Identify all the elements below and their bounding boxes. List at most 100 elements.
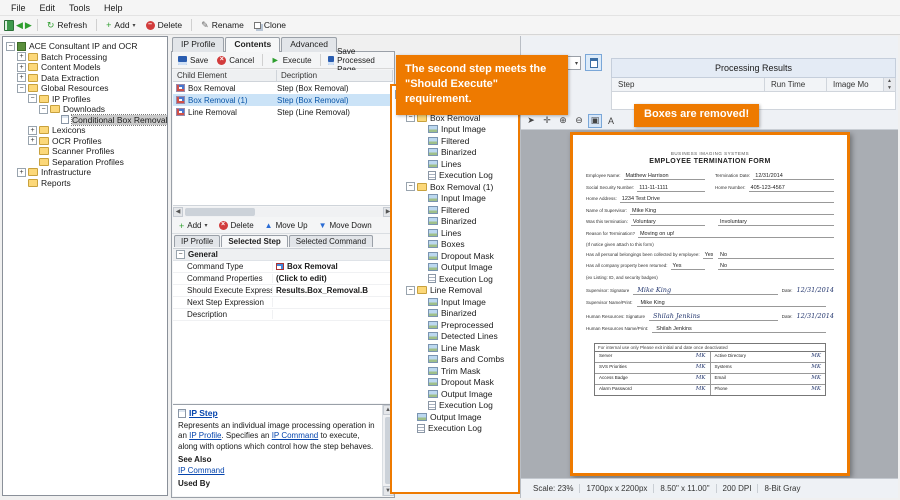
- tree-item[interactable]: − Line Removal: [392, 285, 518, 297]
- tree-expander-icon[interactable]: −: [406, 286, 415, 295]
- tree-expander-icon[interactable]: +: [17, 52, 26, 61]
- table-row[interactable]: Line Removal Step (Line Removal): [173, 106, 393, 118]
- help-title-link[interactable]: IP Step: [189, 408, 218, 419]
- cancel-button[interactable]: ×Cancel: [213, 55, 258, 66]
- tab[interactable]: Contents: [225, 37, 280, 52]
- tree-item[interactable]: Dropout Mask: [392, 250, 518, 262]
- tree-item[interactable]: Input Image: [392, 296, 518, 308]
- menu-item[interactable]: Tools: [62, 2, 97, 14]
- tree-expander-icon[interactable]: −: [6, 42, 15, 51]
- tree-item[interactable]: Output Image: [392, 262, 518, 274]
- tree-expander-icon[interactable]: −: [406, 182, 415, 191]
- column-header-run-time[interactable]: Run Time: [765, 78, 827, 91]
- tree-expander-icon[interactable]: −: [17, 84, 26, 93]
- pointer-tool-icon[interactable]: ➤: [524, 114, 538, 128]
- tree-expander-icon[interactable]: −: [28, 94, 37, 103]
- tree-item[interactable]: Conditional Box Removal: [3, 115, 167, 126]
- tree-item[interactable]: + Infrastructure: [3, 167, 167, 178]
- tree-expander-icon[interactable]: −: [39, 105, 48, 114]
- tree-item[interactable]: + Lexicons: [3, 125, 167, 136]
- property-group-header[interactable]: − General: [173, 249, 393, 261]
- nav-back-icon[interactable]: ◀: [16, 20, 23, 31]
- tree-item[interactable]: + OCR Profiles: [3, 136, 167, 147]
- tree-item[interactable]: Filtered: [392, 135, 518, 147]
- tree-item[interactable]: − Downloads: [3, 104, 167, 115]
- ip-profile-link[interactable]: IP Profile: [189, 431, 221, 440]
- property-value-cell[interactable]: (Click to edit): [273, 274, 393, 283]
- refresh-button[interactable]: ↻Refresh: [43, 19, 91, 32]
- save-button[interactable]: Save: [174, 55, 212, 66]
- tab[interactable]: Advanced: [281, 37, 337, 52]
- tree-item[interactable]: Separation Profiles: [3, 157, 167, 168]
- scroll-left-icon[interactable]: ◀: [173, 207, 183, 217]
- tree-item[interactable]: Boxes: [392, 239, 518, 251]
- tree-expander-icon[interactable]: +: [17, 168, 26, 177]
- tree-item[interactable]: − IP Profiles: [3, 94, 167, 105]
- show-results-button[interactable]: [585, 54, 602, 71]
- tree-item[interactable]: − ACE Consultant IP and OCR: [3, 41, 167, 52]
- see-also-ip-command-link[interactable]: IP Command: [178, 466, 225, 475]
- tree-item[interactable]: Execution Log: [392, 273, 518, 285]
- tree-item[interactable]: Line Mask: [392, 342, 518, 354]
- tree-item[interactable]: Scanner Profiles: [3, 146, 167, 157]
- tree-item[interactable]: Execution Log: [392, 400, 518, 412]
- tree-item[interactable]: Input Image: [392, 124, 518, 136]
- tree-item[interactable]: Dropout Mask: [392, 377, 518, 389]
- tab[interactable]: IP Profile: [174, 235, 220, 247]
- tree-item[interactable]: Input Image: [392, 193, 518, 205]
- property-row[interactable]: Command Type Box Removal: [173, 261, 393, 273]
- tree-item[interactable]: + Data Extraction: [3, 73, 167, 84]
- tree-item[interactable]: Binarized: [392, 308, 518, 320]
- property-value-cell[interactable]: Results.Box_Removal.B: [273, 286, 393, 295]
- tree-item[interactable]: + Content Models: [3, 62, 167, 73]
- column-header[interactable]: Child Element: [173, 70, 277, 81]
- column-header-image-mode[interactable]: Image Mo: [827, 78, 883, 91]
- scrollbar-thumb[interactable]: [185, 208, 255, 216]
- zoom-out-icon[interactable]: ⊖: [572, 114, 586, 128]
- scroll-down-icon[interactable]: ▼: [884, 85, 895, 92]
- tree-expander-icon[interactable]: +: [17, 63, 26, 72]
- zoom-in-icon[interactable]: ⊕: [556, 114, 570, 128]
- property-row[interactable]: Description: [173, 309, 393, 321]
- tree-item[interactable]: Bars and Combs: [392, 354, 518, 366]
- text-tool-icon[interactable]: A: [604, 114, 618, 128]
- collapse-icon[interactable]: −: [176, 250, 185, 259]
- tree-item[interactable]: − Global Resources: [3, 83, 167, 94]
- execute-button[interactable]: ►Execute: [267, 54, 316, 66]
- tree-item[interactable]: Execution Log: [392, 170, 518, 182]
- move-up-button[interactable]: ▲Move Up: [261, 220, 312, 231]
- tree-item[interactable]: + Batch Processing: [3, 52, 167, 63]
- menu-item[interactable]: Help: [97, 2, 130, 14]
- rename-button[interactable]: ✎Rename: [197, 19, 248, 32]
- document-viewer[interactable]: BUSINESS IMAGING SYSTEMS EMPLOYEE TERMIN…: [521, 130, 898, 478]
- tab[interactable]: Selected Step: [221, 235, 287, 247]
- tree-item[interactable]: Lines: [392, 227, 518, 239]
- tree-item[interactable]: Output Image: [392, 411, 518, 423]
- pan-tool-icon[interactable]: ✛: [540, 114, 554, 128]
- delete-button[interactable]: –Delete: [142, 19, 187, 31]
- property-value-cell[interactable]: Box Removal: [273, 262, 393, 271]
- nav-forward-icon[interactable]: ▶: [25, 20, 32, 31]
- menu-item[interactable]: Edit: [33, 2, 63, 14]
- column-header-step[interactable]: Step: [612, 78, 765, 91]
- tree-item[interactable]: Preprocessed: [392, 319, 518, 331]
- document-page[interactable]: BUSINESS IMAGING SYSTEMS EMPLOYEE TERMIN…: [570, 132, 850, 476]
- property-row[interactable]: Next Step Expression: [173, 297, 393, 309]
- clone-button[interactable]: Clone: [250, 19, 290, 31]
- tree-item[interactable]: − Box Removal (1): [392, 181, 518, 193]
- list-delete-button[interactable]: ×Delete: [215, 220, 258, 231]
- horizontal-scrollbar[interactable]: ◀ ▶: [173, 207, 393, 217]
- tree-item[interactable]: Execution Log: [392, 423, 518, 435]
- add-button[interactable]: +Add▾: [102, 19, 139, 31]
- property-row[interactable]: Command Properties (Click to edit): [173, 273, 393, 285]
- tab[interactable]: Selected Command: [289, 235, 373, 247]
- tree-item[interactable]: Reports: [3, 178, 167, 189]
- tree-expander-icon[interactable]: +: [28, 126, 37, 135]
- tree-item[interactable]: Lines: [392, 158, 518, 170]
- tree-item[interactable]: Filtered: [392, 204, 518, 216]
- move-down-button[interactable]: ▼Move Down: [315, 220, 376, 231]
- tree-item[interactable]: Trim Mask: [392, 365, 518, 377]
- tab[interactable]: IP Profile: [172, 37, 224, 52]
- tree-expander-icon[interactable]: +: [17, 73, 26, 82]
- ip-command-link[interactable]: IP Command: [272, 431, 319, 440]
